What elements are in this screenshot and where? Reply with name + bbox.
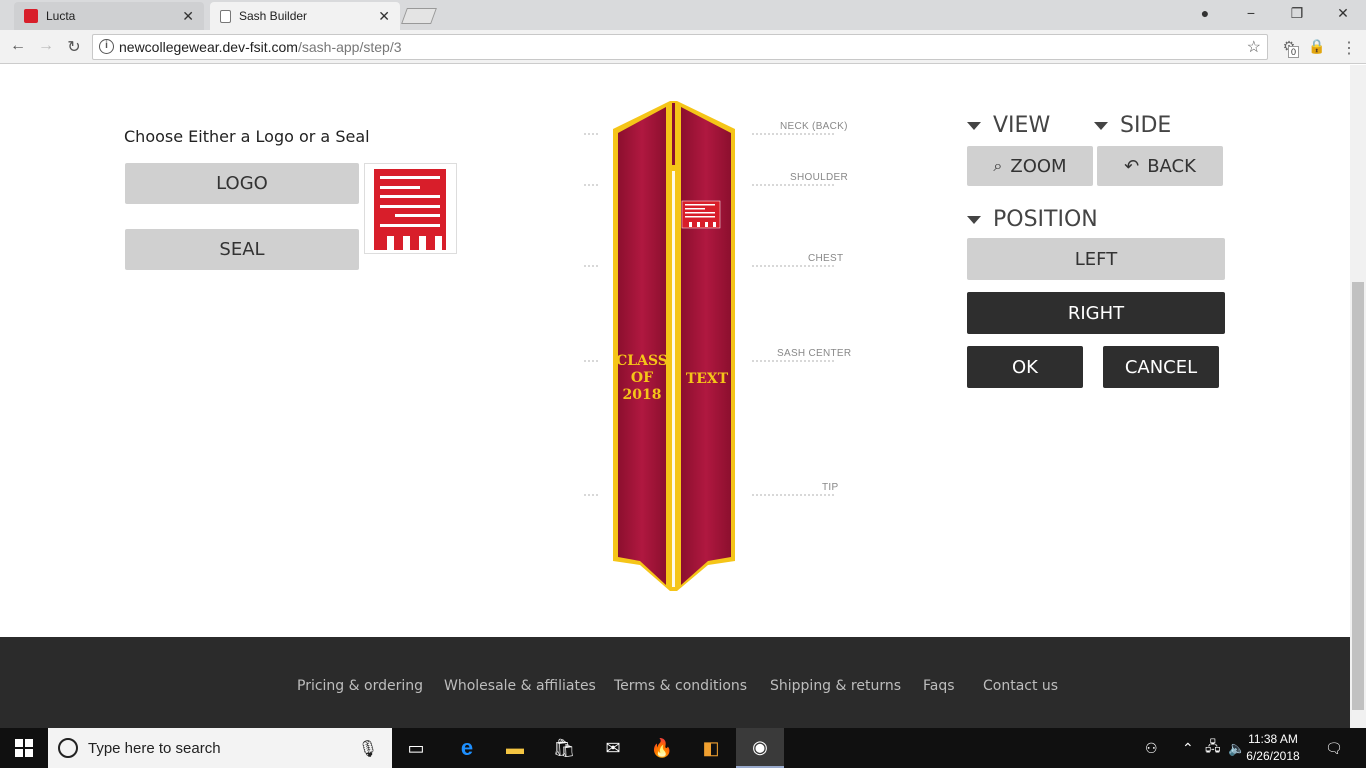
notifications-icon[interactable]: 🗨 — [1325, 728, 1343, 768]
sash-seal-icon — [681, 200, 721, 229]
address-toolbar: ← → ↻ i newcollegewear.dev-fsit.com/sash… — [0, 30, 1366, 64]
marker-chest: CHEST — [808, 253, 844, 264]
menu-icon[interactable]: ⋮ — [1340, 38, 1358, 57]
browser-tab-bar: Lucta ✕ Sash Builder ✕ ● − ❐ ✕ — [0, 0, 1366, 30]
file-explorer-icon[interactable]: ▬ — [491, 728, 539, 768]
seal-button[interactable]: SEAL — [125, 229, 359, 270]
reload-icon[interactable]: ↻ — [64, 37, 84, 57]
tab-lucta[interactable]: Lucta ✕ — [14, 2, 204, 30]
marker-shoulder: SHOULDER — [790, 172, 848, 183]
marker-neck-back: NECK (BACK) — [780, 121, 848, 132]
position-section-header[interactable]: POSITION — [967, 207, 1098, 232]
url-host: newcollegewear.dev-fsit.com — [119, 39, 298, 55]
close-tab-icon[interactable]: ✕ — [182, 8, 194, 25]
cancel-button[interactable]: CANCEL — [1103, 346, 1219, 388]
site-footer: Pricing & ordering Wholesale & affiliate… — [0, 637, 1350, 728]
ok-button[interactable]: OK — [967, 346, 1083, 388]
position-left-button[interactable]: LEFT — [967, 238, 1225, 280]
info-icon[interactable]: i — [99, 39, 114, 54]
bookmark-star-icon[interactable]: ☆ — [1247, 37, 1261, 57]
url-path: /sash-app/step/3 — [297, 39, 402, 55]
network-icon[interactable]: 🖧 — [1205, 728, 1221, 768]
restore-icon[interactable]: ❐ — [1287, 5, 1307, 22]
zoom-label: ZOOM — [1010, 155, 1067, 177]
extension-badge: 0 — [1288, 46, 1300, 58]
footer-link-faqs[interactable]: Faqs — [923, 678, 955, 694]
scrollbar-thumb[interactable] — [1352, 282, 1364, 710]
edge-icon[interactable]: e — [443, 728, 491, 768]
zoom-button[interactable]: ⌕ ZOOM — [967, 146, 1093, 186]
seal-logo-icon — [374, 169, 446, 250]
tab-sash-builder[interactable]: Sash Builder ✕ — [210, 2, 400, 30]
sash-right-text: TEXT — [685, 371, 729, 387]
close-tab-icon[interactable]: ✕ — [378, 8, 390, 25]
windows-logo-icon — [15, 739, 33, 757]
outlook-icon[interactable]: ◧ — [687, 728, 735, 768]
taskbar-search-box[interactable]: Type here to search 🎙 — [48, 728, 392, 768]
footer-link-shipping[interactable]: Shipping & returns — [770, 678, 901, 694]
caret-down-icon — [967, 121, 981, 130]
marker-sash-center: SASH CENTER — [777, 348, 852, 359]
sash-left-line: OF — [630, 370, 654, 386]
position-label: POSITION — [993, 207, 1098, 232]
chrome-icon[interactable]: ◉ — [736, 728, 784, 768]
footer-link-terms[interactable]: Terms & conditions — [614, 678, 747, 694]
taskbar-clock[interactable]: 11:38 AM 6/26/2018 — [1240, 731, 1306, 765]
view-label: VIEW — [993, 113, 1051, 138]
sash-left-line: CLASS — [616, 353, 668, 369]
lucta-favicon-icon — [24, 9, 38, 23]
page-content: Choose Either a Logo or a Seal LOGO SEAL — [0, 65, 1350, 637]
footer-link-wholesale[interactable]: Wholesale & affiliates — [444, 678, 596, 694]
marker-tip: TIP — [822, 482, 839, 493]
back-side-button[interactable]: ↶ BACK — [1097, 146, 1223, 186]
back-label: BACK — [1147, 155, 1196, 177]
search-placeholder: Type here to search — [88, 739, 221, 757]
task-view-icon[interactable]: ▭ — [392, 728, 440, 768]
extension-icon[interactable]: ⚙0 — [1280, 38, 1300, 58]
view-section-header[interactable]: VIEW — [967, 113, 1050, 138]
forward-arrow-icon[interactable]: → — [36, 37, 56, 55]
new-tab-button[interactable] — [401, 8, 437, 24]
footer-link-pricing[interactable]: Pricing & ordering — [297, 678, 423, 694]
flame-app-icon[interactable]: 🔥 — [638, 728, 686, 768]
reply-arrow-icon: ↶ — [1124, 155, 1140, 177]
logo-button[interactable]: LOGO — [125, 163, 359, 204]
back-arrow-icon[interactable]: ← — [8, 37, 28, 55]
selected-logo-thumbnail[interactable] — [364, 163, 457, 254]
start-button[interactable] — [0, 728, 48, 768]
magnifier-icon: ⌕ — [993, 156, 1003, 175]
side-label: SIDE — [1120, 113, 1172, 138]
clock-time: 11:38 AM — [1248, 732, 1298, 746]
cortana-icon — [58, 738, 78, 758]
windows-taskbar: Type here to search 🎙 ▭ e ▬ 🛍 ✉ 🔥 ◧ ◉ ⚇ … — [0, 728, 1366, 768]
sash-left-text: CLASS OF 2018 — [616, 353, 668, 404]
url-bar[interactable]: i newcollegewear.dev-fsit.com/sash-app/s… — [92, 34, 1268, 60]
position-right-button[interactable]: RIGHT — [967, 292, 1225, 334]
caret-down-icon — [1094, 121, 1108, 130]
close-window-icon[interactable]: ✕ — [1333, 5, 1353, 22]
people-icon[interactable]: ⚇ — [1145, 728, 1158, 768]
page-favicon-icon — [220, 9, 231, 23]
caret-down-icon — [967, 215, 981, 224]
tab-label: Sash Builder — [239, 9, 308, 23]
microphone-icon[interactable]: 🎙 — [358, 739, 378, 759]
sash-left-line: 2018 — [622, 387, 662, 403]
sash-preview — [584, 101, 836, 591]
extension-lock-icon[interactable]: 🔒 — [1308, 38, 1326, 56]
logo-seal-heading: Choose Either a Logo or a Seal — [124, 127, 370, 146]
side-section-header[interactable]: SIDE — [1094, 113, 1171, 138]
store-icon[interactable]: 🛍 — [540, 728, 588, 768]
footer-link-contact[interactable]: Contact us — [983, 678, 1058, 694]
clock-date: 6/26/2018 — [1246, 749, 1300, 763]
minimize-icon[interactable]: − — [1241, 5, 1261, 21]
profile-icon[interactable]: ● — [1195, 5, 1215, 21]
tray-chevron-icon[interactable]: ⌃ — [1182, 728, 1194, 768]
tab-label: Lucta — [46, 9, 76, 23]
mail-icon[interactable]: ✉ — [589, 728, 637, 768]
